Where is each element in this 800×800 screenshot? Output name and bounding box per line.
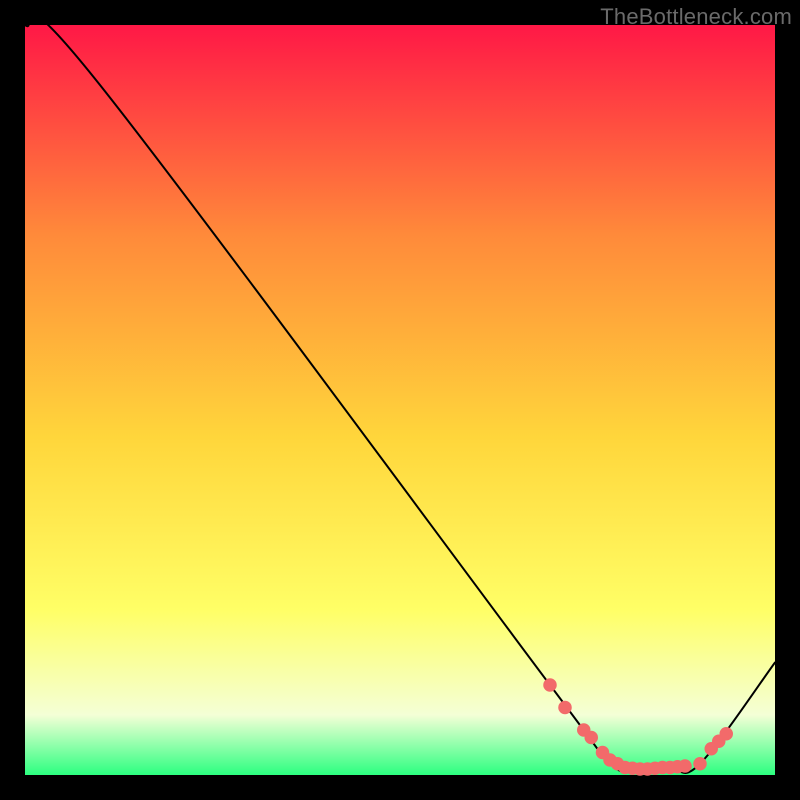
- chart-overlay: [25, 25, 775, 775]
- marker-point: [693, 757, 707, 771]
- chart-stage: TheBottleneck.com: [0, 0, 800, 800]
- watermark-text: TheBottleneck.com: [600, 4, 792, 30]
- bottleneck-curve: [25, 14, 775, 773]
- marker-point: [720, 727, 734, 741]
- marker-point: [558, 701, 572, 715]
- highlight-markers: [543, 678, 733, 776]
- marker-point: [585, 731, 599, 745]
- plot-area: [25, 25, 775, 775]
- marker-point: [543, 678, 557, 692]
- marker-point: [678, 759, 692, 773]
